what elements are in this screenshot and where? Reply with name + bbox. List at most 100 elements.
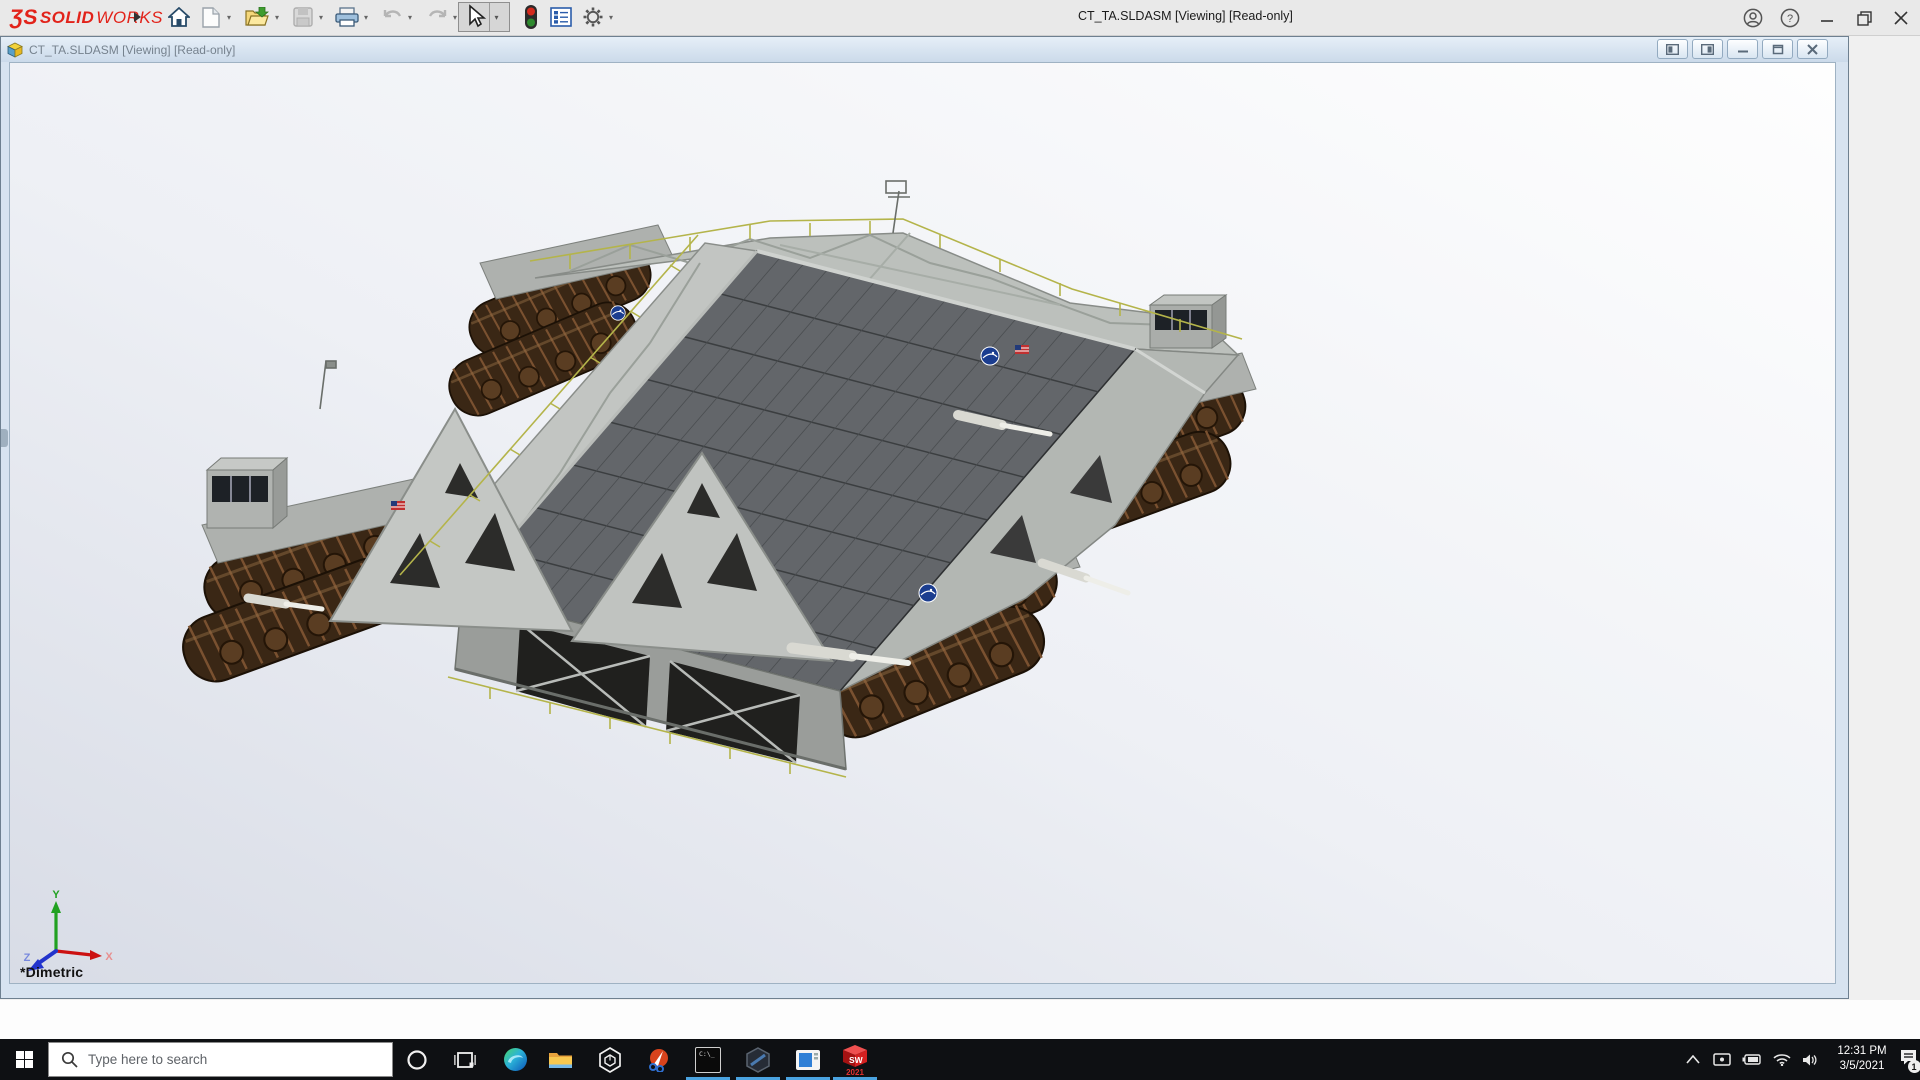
volume-icon — [1802, 1053, 1819, 1067]
document-titlebar[interactable]: CT_TA.SLDASM [Viewing] [Read-only] — [1, 37, 1848, 62]
sw-year: 2021 — [840, 1068, 870, 1077]
clock-date: 3/5/2021 — [1826, 1059, 1898, 1074]
gear-icon — [582, 6, 604, 28]
print-caret[interactable]: ▾ — [361, 12, 371, 22]
minimize-button[interactable] — [1812, 4, 1842, 32]
select-tool-active[interactable]: ▾ — [458, 2, 510, 32]
taskbar-snip-sketch[interactable] — [638, 1039, 678, 1080]
taskbar-search[interactable] — [48, 1042, 393, 1077]
new-document-icon — [202, 7, 220, 28]
restore-button[interactable] — [1849, 4, 1879, 32]
panel-splitter-handle[interactable] — [1, 429, 8, 447]
help-icon: ? — [1780, 8, 1800, 28]
tray-wifi[interactable] — [1769, 1039, 1795, 1080]
minimize-icon — [1820, 11, 1834, 25]
dock-left-icon — [1666, 44, 1679, 55]
open-caret[interactable]: ▾ — [272, 12, 282, 22]
doc-dock-right-button[interactable] — [1692, 39, 1723, 59]
graphics-viewport[interactable]: Y X Z *Dimetric — [9, 62, 1836, 984]
battery-charging-icon — [1742, 1054, 1762, 1065]
save-button-disabled[interactable] — [290, 3, 316, 31]
taskbar-cortana[interactable] — [397, 1039, 437, 1080]
save-caret[interactable]: ▾ — [316, 12, 326, 22]
brand-solid: SOLID — [40, 8, 94, 28]
help-button[interactable]: ? — [1775, 4, 1805, 32]
dock-right-icon — [1701, 44, 1714, 55]
select-cursor-icon — [463, 4, 489, 30]
taskbar-edge[interactable] — [495, 1039, 535, 1080]
windows-taskbar: C:\_ SW 2021 — [0, 1039, 1920, 1080]
print-icon — [335, 7, 359, 27]
doc-restore-button[interactable] — [1762, 39, 1793, 59]
taskbar-command-prompt[interactable]: C:\_ — [688, 1039, 728, 1080]
app-client-area — [0, 1000, 1920, 1039]
doc-close-button[interactable] — [1797, 39, 1828, 59]
doc-close-icon — [1807, 44, 1818, 55]
nasa-meatball-logo — [919, 584, 937, 602]
task-view-icon — [454, 1050, 476, 1070]
crawler-transporter-model — [10, 63, 1835, 983]
triad-z-label: Z — [24, 952, 31, 964]
account-button[interactable] — [1738, 4, 1768, 32]
notification-count-badge: 1 — [1908, 1060, 1920, 1073]
account-icon — [1743, 8, 1763, 28]
redo-button-disabled[interactable] — [424, 3, 450, 31]
taskbar-file-explorer[interactable] — [540, 1039, 580, 1080]
doc-dock-left-button[interactable] — [1657, 39, 1688, 59]
home-button[interactable] — [166, 3, 192, 31]
tray-volume[interactable] — [1797, 1039, 1823, 1080]
search-icon — [61, 1051, 78, 1068]
tray-hidden-icons[interactable] — [1680, 1039, 1706, 1080]
close-icon — [1894, 11, 1908, 25]
cortana-icon — [406, 1049, 428, 1071]
snip-and-sketch-icon — [646, 1048, 670, 1072]
options-caret[interactable]: ▾ — [606, 12, 616, 22]
view-orientation-label: *Dimetric — [20, 964, 83, 980]
taskbar-media-window[interactable] — [788, 1039, 828, 1080]
doc-minimize-icon — [1737, 44, 1749, 54]
app-window-title: CT_TA.SLDASM [Viewing] [Read-only] — [1078, 9, 1293, 23]
taskbar-edrawings[interactable] — [738, 1039, 778, 1080]
right-cab — [1150, 295, 1226, 348]
action-center[interactable]: 1 — [1896, 1039, 1920, 1080]
cmd-glyph: C:\_ — [699, 1050, 715, 1058]
print-button[interactable] — [334, 3, 360, 31]
tray-cast-display[interactable] — [1709, 1039, 1735, 1080]
doc-minimize-button[interactable] — [1727, 39, 1758, 59]
taskbar-solidworks[interactable]: SW 2021 — [835, 1039, 875, 1080]
taskbar-task-view[interactable] — [445, 1039, 485, 1080]
taskbar-3d-viewer[interactable] — [590, 1039, 630, 1080]
save-icon — [293, 7, 313, 27]
new-document-button[interactable] — [198, 3, 224, 31]
app-titlebar: ƷS SOLIDWORKS ▾ ▾ ▾ — [0, 0, 1920, 36]
task-pane-icon — [550, 7, 572, 27]
file-explorer-icon — [548, 1050, 573, 1070]
start-button[interactable] — [0, 1039, 48, 1080]
task-pane-button[interactable] — [548, 3, 574, 31]
search-input[interactable] — [88, 1052, 348, 1067]
edge-icon — [503, 1047, 528, 1072]
tray-clock[interactable]: 12:31 PM 3/5/2021 — [1826, 1044, 1898, 1074]
us-flag-decal — [1015, 345, 1029, 354]
cast-display-icon — [1713, 1053, 1731, 1067]
clock-time: 12:31 PM — [1826, 1044, 1898, 1059]
toolbar-flyout-expander[interactable] — [124, 3, 150, 31]
tray-battery[interactable] — [1739, 1039, 1765, 1080]
undo-caret[interactable]: ▾ — [405, 12, 415, 22]
svg-text:?: ? — [1787, 13, 1793, 25]
close-button[interactable] — [1886, 4, 1916, 32]
windows-logo-icon — [16, 1051, 33, 1068]
open-folder-icon — [245, 7, 269, 27]
sw-letters: SW — [849, 1055, 864, 1065]
open-button[interactable] — [244, 3, 270, 31]
select-tool-caret[interactable]: ▾ — [489, 3, 503, 31]
undo-icon — [381, 8, 403, 26]
chevron-right-icon — [132, 11, 142, 23]
undo-button-disabled[interactable] — [379, 3, 405, 31]
3d-viewer-icon — [598, 1047, 622, 1073]
wifi-icon — [1773, 1053, 1791, 1066]
home-icon — [168, 7, 190, 27]
new-document-caret[interactable]: ▾ — [224, 12, 234, 22]
resource-monitor-button[interactable] — [518, 3, 544, 31]
options-button[interactable] — [580, 3, 606, 31]
